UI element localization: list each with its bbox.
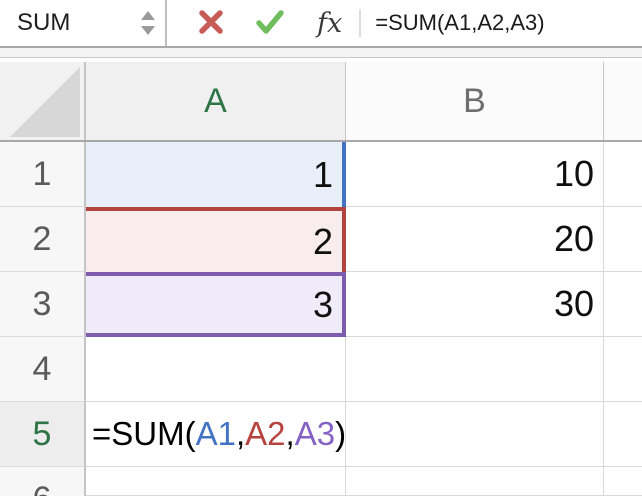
name-box-value[interactable]: SUM bbox=[17, 9, 70, 37]
cell-c2[interactable] bbox=[604, 207, 642, 272]
cell-b4[interactable] bbox=[346, 337, 604, 402]
row-6: 6 bbox=[0, 467, 642, 496]
cell-a2[interactable]: 2 bbox=[86, 207, 346, 272]
row-2: 2 2 20 bbox=[0, 207, 642, 272]
cell-b3[interactable]: 30 bbox=[346, 272, 604, 337]
column-header-b[interactable]: B bbox=[346, 62, 604, 140]
select-all-button[interactable] bbox=[0, 62, 86, 140]
name-box[interactable]: SUM bbox=[0, 0, 167, 46]
spreadsheet-grid: A B 1 1 10 2 2 20 3 3 30 4 5 =SUM(A1, A2,… bbox=[0, 62, 642, 496]
cell-b6[interactable] bbox=[346, 467, 604, 496]
cell-c3[interactable] bbox=[604, 272, 642, 337]
cell-a1[interactable]: 1 bbox=[86, 142, 346, 207]
cancel-button[interactable] bbox=[195, 6, 227, 41]
column-header-partial[interactable] bbox=[604, 62, 642, 140]
row-header-1[interactable]: 1 bbox=[0, 142, 86, 207]
cell-b2[interactable]: 20 bbox=[346, 207, 604, 272]
cell-a4[interactable] bbox=[86, 337, 346, 402]
row-header-6[interactable]: 6 bbox=[0, 467, 86, 496]
insert-function-button[interactable]: fx bbox=[317, 8, 342, 39]
formula-toolbar: SUM fx =SUM(A1,A2,A3) bbox=[0, 0, 642, 46]
row-1: 1 1 10 bbox=[0, 142, 642, 207]
cell-b1[interactable]: 10 bbox=[346, 142, 604, 207]
cell-a6[interactable] bbox=[86, 467, 346, 496]
cell-a5-formula-editor[interactable]: =SUM(A1, A2, A3) bbox=[86, 402, 346, 467]
row-header-5[interactable]: 5 bbox=[0, 402, 86, 467]
cancel-x-icon bbox=[195, 6, 227, 41]
row-5: 5 =SUM(A1, A2, A3) bbox=[0, 402, 642, 467]
column-header-row: A B bbox=[0, 62, 642, 142]
column-header-a[interactable]: A bbox=[86, 62, 346, 140]
cell-c6[interactable] bbox=[604, 467, 642, 496]
cell-b5[interactable] bbox=[346, 402, 604, 467]
row-3: 3 3 30 bbox=[0, 272, 642, 337]
checkmark-icon bbox=[253, 6, 287, 41]
formula-text: =SUM(A1, A2, A3) bbox=[92, 415, 347, 452]
spinner-down-icon[interactable] bbox=[141, 26, 155, 35]
name-box-spinner[interactable] bbox=[141, 11, 155, 35]
cell-c1[interactable] bbox=[604, 142, 642, 207]
row-4: 4 bbox=[0, 337, 642, 402]
confirm-button[interactable] bbox=[253, 6, 287, 41]
cell-c5[interactable] bbox=[604, 402, 642, 467]
fx-icon: fx bbox=[317, 7, 343, 39]
row-header-2[interactable]: 2 bbox=[0, 207, 86, 272]
cell-c4[interactable] bbox=[604, 337, 642, 402]
toolbar-separator bbox=[359, 9, 362, 37]
row-header-4[interactable]: 4 bbox=[0, 337, 86, 402]
cell-a3[interactable]: 3 bbox=[86, 272, 346, 337]
select-all-triangle-icon bbox=[10, 67, 80, 137]
row-header-3[interactable]: 3 bbox=[0, 272, 86, 337]
toolbar-divider bbox=[0, 46, 642, 58]
spinner-up-icon[interactable] bbox=[141, 11, 155, 20]
formula-bar-input[interactable]: =SUM(A1,A2,A3) bbox=[375, 10, 544, 36]
